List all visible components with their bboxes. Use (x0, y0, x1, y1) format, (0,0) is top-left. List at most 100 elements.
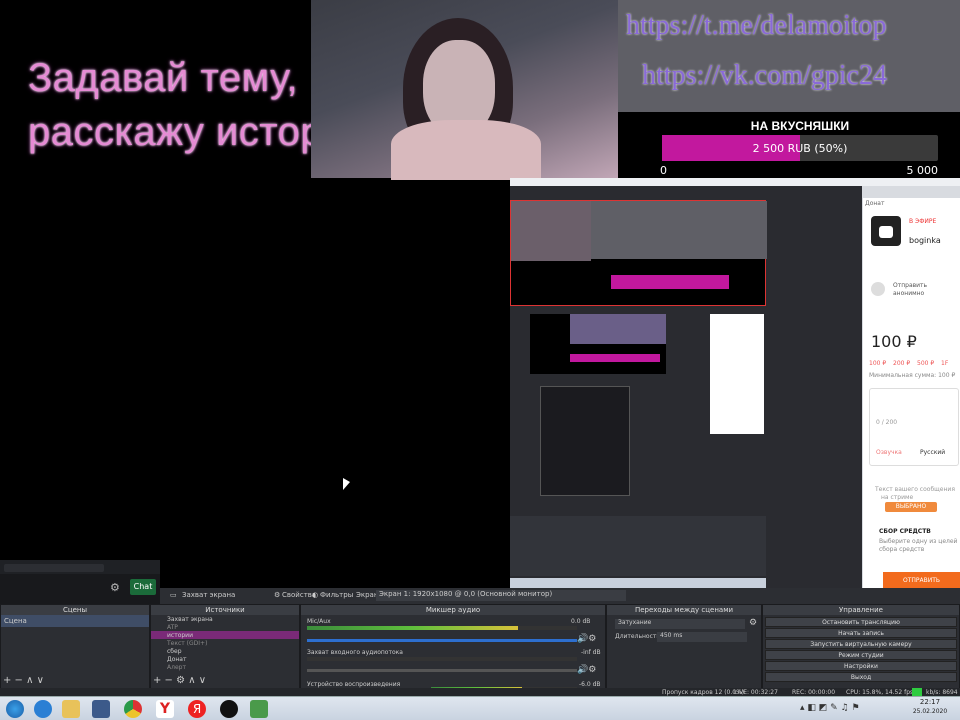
monitor-icon: ▭ (170, 591, 177, 599)
source-item[interactable]: Донат (151, 655, 299, 663)
mixer-header: Микшер аудио (301, 605, 605, 615)
transition-gear-icon[interactable]: ⚙ (749, 618, 757, 628)
controls-dock: Управление Остановить трансляцию Начать … (762, 604, 960, 696)
clock-date[interactable]: 25.02.2020 (906, 708, 954, 715)
clock-time[interactable]: 22:17 (910, 698, 950, 706)
donate-header: Донат (865, 200, 885, 207)
duration-input[interactable]: 450 ms (657, 632, 747, 642)
preset-500[interactable]: 500 ₽ (917, 360, 934, 367)
mixer-meter (307, 626, 577, 630)
captured-titlebar (510, 178, 960, 186)
source-item[interactable]: Алерт (151, 663, 299, 671)
anon-label-2: анонимно (893, 290, 925, 297)
source-item[interactable]: Текст (GDI+) (151, 639, 299, 647)
stop-stream-button[interactable]: Остановить трансляцию (765, 617, 957, 627)
nested-preview-3 (540, 386, 630, 496)
vk-link: https://vk.com/gpic24 (642, 60, 887, 91)
mixer-track-name: Mic/Aux (307, 618, 331, 625)
voice-select[interactable]: Русский (920, 449, 945, 456)
source-add-icon[interactable]: + − ⚙ ∧ ∨ (153, 675, 206, 686)
obs-icon[interactable] (220, 700, 238, 718)
amount-display[interactable]: 100 ₽ (871, 332, 917, 351)
app-icon[interactable] (92, 700, 110, 718)
screen-capture: Донат В ЭФИРЕ boginka Отправить анонимно… (510, 178, 960, 590)
stream-preview: Задавай тему, расскажу истории https://t… (0, 0, 960, 590)
chat-button[interactable]: Chat (130, 579, 156, 595)
nested-obs-docks (510, 516, 766, 576)
preset-more[interactable]: 1F (941, 360, 948, 367)
transition-select[interactable]: Затухание (615, 619, 745, 629)
message-textarea[interactable]: 0 / 200 Озвучка Русский (869, 388, 959, 466)
streamer-avatar (871, 216, 901, 246)
properties-gear-icon[interactable]: ⚙ (274, 591, 280, 599)
topic-overlay-line1: Задавай тему, (28, 56, 299, 100)
chrome-icon[interactable] (124, 700, 142, 718)
app2-icon[interactable] (250, 700, 268, 718)
source-toolbar: ▭ Захват экрана ⚙ Свойства ◐ Фильтры Экр… (160, 588, 960, 604)
explorer-icon[interactable] (62, 700, 80, 718)
goal-min: 0 (660, 164, 667, 177)
source-item[interactable]: сбер (151, 647, 299, 655)
chat-input[interactable] (4, 564, 104, 572)
yandex-icon[interactable]: Y (156, 700, 174, 718)
speaker-icon[interactable]: 🔊⚙ (577, 665, 596, 675)
min-sum-label: Минимальная сумма: 100 ₽ (869, 372, 956, 379)
scene-add-icon[interactable]: + − ∧ ∨ (3, 675, 44, 686)
yandex-browser-icon[interactable]: Я (188, 700, 206, 718)
scene-item[interactable]: Сцена (1, 615, 149, 627)
mixer-meter (307, 657, 577, 661)
streamer-name: boginka (909, 236, 941, 245)
mixer-track-db: -6.0 dB (579, 681, 601, 688)
ie-icon[interactable] (34, 700, 52, 718)
tts-hint-1: Текст вашего сообщения (875, 486, 955, 493)
nested-taskbar (510, 578, 766, 588)
chat-settings-icon[interactable]: ⚙ (110, 581, 120, 594)
preset-100[interactable]: 100 ₽ (869, 360, 886, 367)
goal-progress-bar: 2 500 RUB (50%) (662, 135, 938, 161)
sources-dock: Источники Захват экрана ATP истории Текс… (150, 604, 300, 696)
exit-button[interactable]: Выход (765, 672, 957, 682)
windows-taskbar: Y Я ▴ ◧ ◩ ✎ ♫ ⚑ 22:17 25.02.2020 (0, 696, 960, 720)
source-item-selected[interactable]: истории (151, 631, 299, 639)
speaker-icon[interactable]: 🔊⚙ (577, 634, 596, 644)
tray-icons[interactable]: ▴ ◧ ◩ ✎ ♫ ⚑ (800, 703, 860, 713)
filters-icon[interactable]: ◐ (312, 591, 318, 599)
source-item[interactable]: Захват экрана (151, 615, 299, 623)
controls-header: Управление (763, 605, 959, 615)
mixer-track-name: Захват входного аудиопотока (307, 649, 403, 656)
dropped-frames: Пропуск кадров 12 (0.0%) (662, 689, 745, 696)
virtual-camera-button[interactable]: Запустить виртуальную камеру (765, 639, 957, 649)
rec-timer: REC: 00:00:00 (792, 689, 836, 696)
filters-button[interactable]: Фильтры (320, 591, 353, 599)
mixer-volume-slider[interactable] (307, 639, 577, 642)
cpu-usage: CPU: 15.8%, 14.52 fps (846, 689, 914, 696)
webcam-body (391, 120, 541, 180)
links-banner: https://t.me/delamoitop https://vk.com/g… (618, 0, 960, 112)
selected-source-label: Захват экрана (182, 591, 236, 599)
studio-mode-button[interactable]: Режим студии (765, 650, 957, 660)
settings-button[interactable]: Настройки (765, 661, 957, 671)
mixer-track-db: 0.0 dB (571, 618, 591, 625)
start-button-icon[interactable] (6, 700, 24, 718)
mixer-volume-slider[interactable] (307, 669, 577, 672)
nested-preview-2 (530, 314, 666, 374)
goal-progress-label: 2 500 RUB (50%) (752, 142, 848, 155)
anon-avatar-icon (871, 282, 885, 296)
screen-select[interactable]: Экран 1: 1920x1080 @ 0,0 (Основной монит… (376, 590, 626, 601)
scenes-dock: Сцены Сцена + − ∧ ∨ (0, 604, 150, 696)
duration-label: Длительность (615, 633, 660, 640)
anon-label-1: Отправить (893, 282, 928, 289)
mouse-cursor-icon (343, 478, 350, 490)
webcam-feed (311, 0, 618, 180)
selected-badge: ВЫБРАНО (885, 502, 937, 512)
preset-200[interactable]: 200 ₽ (893, 360, 910, 367)
donate-panel: Донат В ЭФИРЕ boginka Отправить анонимно… (863, 198, 960, 590)
fundraise-desc-2: сбора средств (879, 546, 925, 553)
mixer-track-name: Устройство воспроизведения (307, 681, 401, 688)
bitrate: kb/s: 8694 (926, 689, 958, 696)
fundraise-title: СБОР СРЕДСТВ (879, 528, 931, 535)
start-recording-button[interactable]: Начать запись (765, 628, 957, 638)
source-item[interactable]: ATP (151, 623, 299, 631)
fundraise-desc-1: Выберите одну из целей (879, 538, 958, 545)
sources-header: Источники (151, 605, 299, 615)
